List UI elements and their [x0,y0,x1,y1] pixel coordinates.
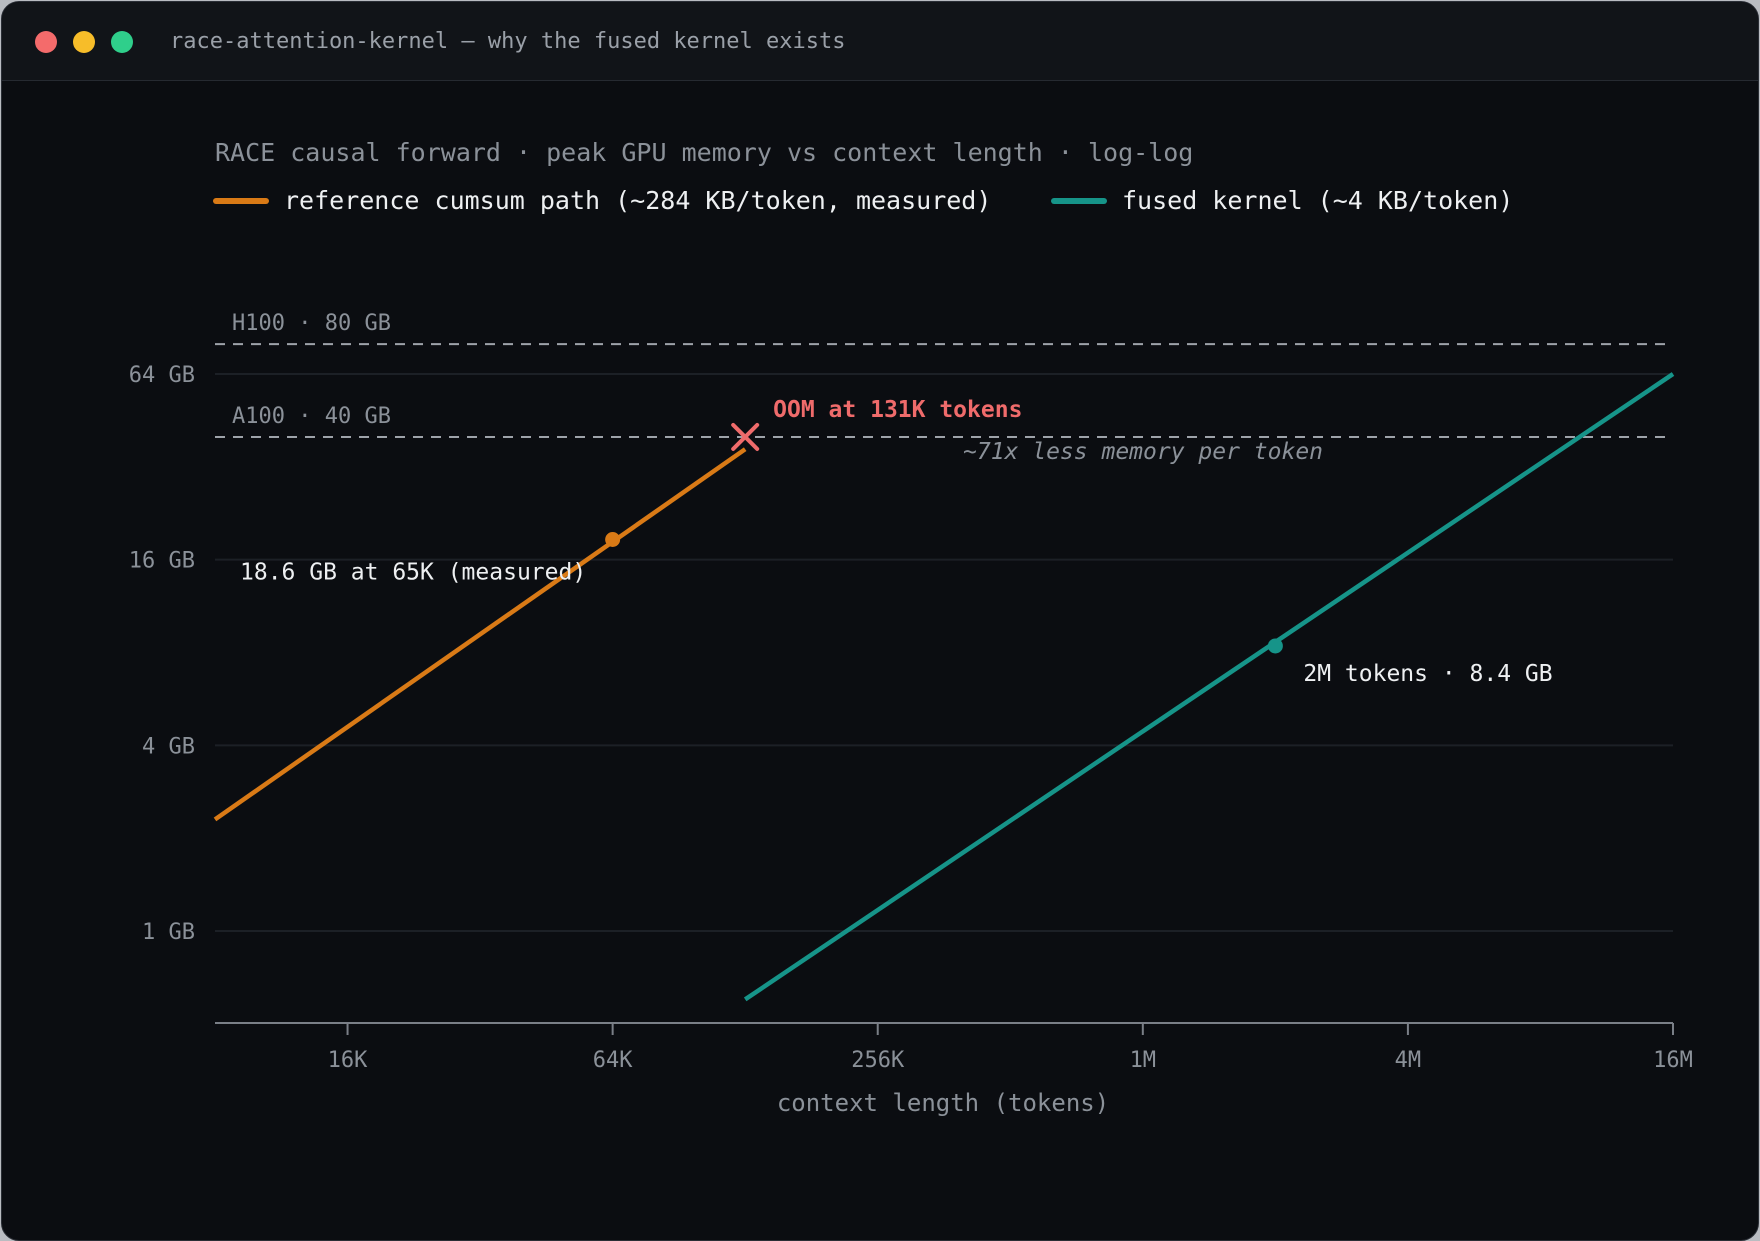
oom-label: OOM at 131K tokens [773,397,1022,423]
oom-marker-icon [731,422,760,451]
legend-label-reference: reference cumsum path (~284 KB/token, me… [284,186,991,215]
memory-chart: H100 · 80 GB A100 · 40 GB 1 GB 4 GB 16 GB 64… [129,138,1693,1117]
memory-ratio-annotation: ~71x less memory per token [963,439,1323,465]
x-tick-label: 64K [593,1048,633,1073]
y-tick-label: 4 GB [142,734,195,759]
reference-series-line [213,447,747,822]
chart-title: RACE causal forward · peak GPU memory vs… [215,138,1193,167]
fused-highlight-point [1267,638,1283,654]
reference-point-label: 18.6 GB at 65K (measured) [240,560,586,586]
x-tick-label: 1M [1130,1048,1157,1073]
y-tick-label: 64 GB [129,363,195,388]
y-tick-label: 16 GB [129,549,195,574]
gpu-capacity-label: H100 · 80 GB [232,311,391,336]
x-axis-label: context length (tokens) [777,1089,1109,1117]
x-tick-label: 256K [851,1048,905,1073]
y-tick-label: 1 GB [142,920,195,945]
app-window: race-attention-kernel — why the fused ke… [1,1,1759,1241]
reference-measured-point [605,532,621,548]
fused-point-label: 2M tokens · 8.4 GB [1303,661,1552,687]
gpu-capacity-label: A100 · 40 GB [232,404,391,429]
legend: reference cumsum path (~284 KB/token, me… [213,186,1513,215]
x-tick-label: 4M [1395,1048,1422,1073]
legend-label-fused: fused kernel (~4 KB/token) [1122,186,1513,215]
x-tick-label: 16K [328,1048,368,1073]
x-tick-label: 16M [1653,1048,1693,1073]
